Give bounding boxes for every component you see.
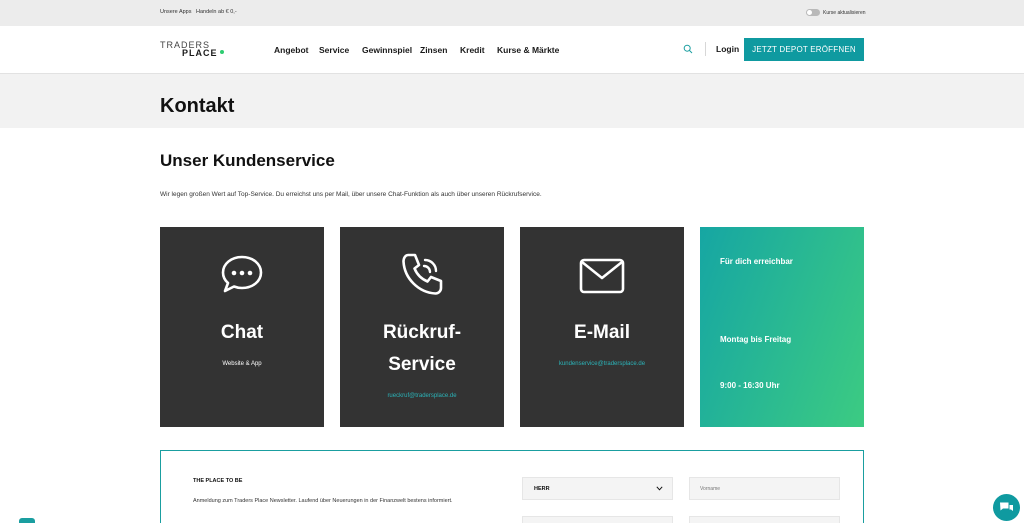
nav-kredit[interactable]: Kredit bbox=[460, 45, 485, 55]
chat-card-subtitle: Website & App bbox=[222, 361, 262, 367]
phone-icon bbox=[402, 253, 443, 295]
nav-gewinnspiel[interactable]: Gewinnspiel bbox=[362, 45, 412, 55]
page-hero: Kontakt bbox=[0, 74, 1024, 128]
service-email-link[interactable]: kundenservice@tradersplace.de bbox=[520, 361, 684, 367]
cookie-settings-tab[interactable] bbox=[19, 518, 35, 523]
logo-dot-icon bbox=[220, 50, 224, 54]
firstname-placeholder: Vorname bbox=[700, 486, 721, 492]
email-card[interactable]: E-Mail kundenservice@tradersplace.de bbox=[520, 227, 684, 427]
nav-separator bbox=[705, 42, 706, 56]
price-update-label: Kurse aktualisieren bbox=[823, 10, 866, 16]
envelope-icon bbox=[579, 258, 625, 294]
chat-bubble-icon bbox=[221, 255, 263, 293]
section-intro: Wir legen großen Wert auf Top-Service. D… bbox=[160, 191, 542, 198]
callback-card[interactable]: Rückruf- Service rueckruf@tradersplace.d… bbox=[340, 227, 504, 427]
callback-card-title-line2: Service bbox=[388, 354, 456, 375]
section-title: Unser Kundenservice bbox=[160, 151, 335, 170]
main-navbar: TRADERS PLACE Angebot Service Gewinnspie… bbox=[0, 26, 1024, 74]
lastname-field[interactable] bbox=[522, 516, 673, 523]
price-update-toggle[interactable] bbox=[806, 9, 820, 16]
chat-widget-button[interactable] bbox=[993, 494, 1020, 521]
salutation-value: HERR bbox=[534, 486, 550, 492]
traders-place-logo[interactable]: TRADERS PLACE bbox=[160, 41, 224, 58]
callback-email-link[interactable]: rueckruf@tradersplace.de bbox=[340, 393, 504, 399]
availability-card: Für dich erreichbar Montag bis Freitag 9… bbox=[700, 227, 864, 427]
chat-card-title: Chat bbox=[220, 322, 264, 343]
salutation-select[interactable]: HERR bbox=[522, 477, 673, 500]
chevron-down-icon bbox=[656, 486, 663, 491]
search-icon[interactable] bbox=[683, 44, 693, 54]
open-depot-button[interactable]: JETZT DEPOT ERÖFFNEN bbox=[744, 38, 864, 61]
availability-days: Montag bis Freitag bbox=[720, 335, 792, 344]
firstname-field[interactable]: Vorname bbox=[689, 477, 840, 500]
chat-card[interactable]: Chat Website & App bbox=[160, 227, 324, 427]
nav-zinsen[interactable]: Zinsen bbox=[420, 45, 447, 55]
apps-link[interactable]: Unsere Apps bbox=[160, 9, 192, 15]
email-card-title: E-Mail bbox=[574, 322, 630, 343]
login-link[interactable]: Login bbox=[716, 44, 739, 54]
availability-hours: 9:00 - 16:30 Uhr bbox=[720, 381, 780, 390]
callback-card-title-line1: Rückruf- bbox=[382, 322, 462, 343]
logo-text-place: PLACE bbox=[182, 48, 218, 58]
chat-widget-icon bbox=[1000, 502, 1013, 511]
newsletter-box: THE PLACE TO BE Anmeldung zum Traders Pl… bbox=[160, 450, 864, 523]
top-utility-bar: Unsere Apps Handeln ab € 0,- Kurse aktua… bbox=[0, 0, 1024, 26]
page-title: Kontakt bbox=[160, 95, 235, 117]
nav-kurse-maerkte[interactable]: Kurse & Märkte bbox=[497, 45, 559, 55]
newsletter-title: THE PLACE TO BE bbox=[193, 478, 243, 484]
availability-heading: Für dich erreichbar bbox=[720, 257, 793, 266]
trading-fee-link[interactable]: Handeln ab € 0,- bbox=[196, 9, 237, 15]
email-field[interactable] bbox=[689, 516, 840, 523]
newsletter-text: Anmeldung zum Traders Place Newsletter. … bbox=[193, 498, 453, 504]
nav-angebot[interactable]: Angebot bbox=[274, 45, 308, 55]
nav-service[interactable]: Service bbox=[319, 45, 349, 55]
